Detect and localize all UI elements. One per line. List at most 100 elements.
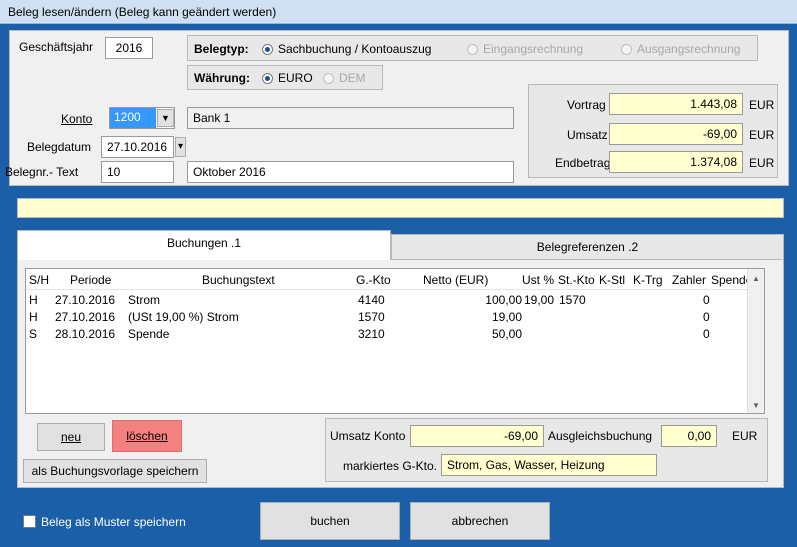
markiertes-label: markiertes G-Kto.	[343, 459, 438, 473]
waehrung-euro-label: EURO	[278, 71, 313, 85]
cell-gkto: 3210	[358, 327, 385, 341]
tab-belegreferenzen[interactable]: Belegreferenzen .2	[391, 234, 784, 260]
radio-selected-icon	[262, 73, 273, 84]
col-periode: Periode	[70, 273, 112, 287]
belegtyp-eingangsrechnung[interactable]: Eingangsrechnung	[467, 42, 583, 56]
muster-checkbox-label: Beleg als Muster speichern	[41, 515, 186, 529]
cell-stkto: 1570	[559, 293, 586, 307]
endbetrag-currency: EUR	[749, 156, 775, 170]
belegdatum-field[interactable]: 27.10.2016	[101, 136, 174, 158]
col-stkto: St.-Kto	[558, 273, 595, 287]
table-row[interactable]: H 27.10.2016 (USt 19,00 %) Strom 1570 19…	[26, 310, 746, 326]
cell-ust: 19,00	[524, 293, 555, 307]
bookings-table[interactable]: S/H Periode Buchungstext G.-Kto Netto (E…	[25, 268, 765, 414]
cell-sh: S	[29, 327, 38, 341]
belegtext-field[interactable]: Oktober 2016	[187, 161, 514, 183]
cell-periode: 28.10.2016	[55, 327, 116, 341]
radio-selected-icon	[262, 44, 273, 55]
belegtyp-ausgangsrechnung[interactable]: Ausgangsrechnung	[621, 42, 740, 56]
ausgleich-currency: EUR	[732, 429, 758, 443]
tab-belegreferenzen-label: Belegreferenzen .2	[536, 240, 639, 254]
ausgleich-label: Ausgleichsbuchung	[548, 429, 653, 443]
message-bar	[17, 198, 784, 218]
cell-netto: 19,00	[491, 310, 522, 324]
umsatz-konto-label: Umsatz Konto	[330, 429, 406, 443]
scroll-up-icon[interactable]: ▲	[748, 274, 764, 283]
umsatz-currency: EUR	[749, 128, 775, 142]
umsatz-konto-field: -69,00	[410, 425, 544, 447]
waehrung-label: Währung:	[194, 71, 250, 85]
cell-text: (USt 19,00 %) Strom	[128, 310, 239, 324]
cell-periode: 27.10.2016	[55, 310, 116, 324]
vortrag-field: 1.443,08	[609, 93, 743, 115]
umsatz-field: -69,00	[609, 123, 743, 145]
vorlage-button[interactable]: als Buchungsvorlage speichern	[23, 459, 207, 483]
cell-periode: 27.10.2016	[55, 293, 116, 307]
cell-zahler: 0	[703, 310, 710, 324]
geschaeftsjahr-field[interactable]: 2016	[105, 37, 153, 59]
belegtyp-label: Belegtyp:	[194, 42, 249, 56]
col-kstl: K-Stl	[599, 273, 626, 287]
col-ust: Ust %	[522, 273, 555, 287]
loeschen-button-label: löschen	[126, 429, 168, 443]
col-gkto: G.-Kto	[356, 273, 391, 287]
umsatz-label: Umsatz	[567, 128, 608, 142]
col-netto: Netto (EUR)	[423, 273, 489, 287]
tab-buchungen[interactable]: Buchungen .1	[17, 230, 391, 260]
belegtyp-sachbuchung[interactable]: Sachbuchung / Kontoauszug	[262, 42, 431, 56]
konto-select[interactable]: 1200 ▼	[109, 107, 175, 129]
buchen-button[interactable]: buchen	[260, 502, 400, 540]
waehrung-dem[interactable]: DEM	[323, 71, 366, 85]
abbrechen-button[interactable]: abbrechen	[410, 502, 550, 540]
endbetrag-label: Endbetrag	[555, 156, 611, 170]
cell-sh: H	[29, 310, 38, 324]
belegnr-label: Belegnr.- Text	[5, 165, 79, 179]
radio-icon	[323, 73, 334, 84]
col-buchungstext: Buchungstext	[202, 273, 275, 287]
cell-netto: 100,00	[485, 293, 522, 307]
belegtyp-eingangsrechnung-label: Eingangsrechnung	[483, 42, 584, 56]
cell-text: Spende	[128, 327, 170, 341]
waehrung-dem-label: DEM	[339, 71, 366, 85]
neu-button[interactable]: neu	[37, 423, 105, 451]
loeschen-button[interactable]: löschen	[112, 420, 182, 452]
scroll-down-icon[interactable]: ▼	[748, 401, 764, 410]
vorlage-button-label: als Buchungsvorlage speichern	[31, 464, 199, 478]
vortrag-currency: EUR	[749, 98, 775, 112]
col-zahler: Zahler	[672, 273, 707, 287]
muster-checkbox[interactable]: Beleg als Muster speichern	[23, 515, 186, 529]
belegnr-field[interactable]: 10	[101, 161, 174, 183]
abbrechen-button-label: abbrechen	[451, 514, 509, 528]
header-divider	[26, 289, 750, 290]
konto-name-field: Bank 1	[187, 107, 514, 129]
geschaeftsjahr-label: Geschäftsjahr	[19, 40, 94, 54]
markiertes-field: Strom, Gas, Wasser, Heizung	[441, 454, 657, 476]
cell-gkto: 4140	[358, 293, 385, 307]
cell-zahler: 0	[703, 327, 710, 341]
chevron-down-icon[interactable]: ▼	[157, 109, 174, 127]
ausgleich-field: 0,00	[661, 425, 717, 447]
table-row[interactable]: H 27.10.2016 Strom 4140 100,00 19,00 157…	[26, 293, 746, 309]
cell-text: Strom	[128, 293, 161, 307]
table-row[interactable]: S 28.10.2016 Spende 3210 50,00 0	[26, 327, 746, 343]
radio-icon	[467, 44, 478, 55]
cell-gkto: 1570	[358, 310, 385, 324]
table-header: S/H Periode Buchungstext G.-Kto Netto (E…	[26, 273, 756, 289]
window-title: Beleg lesen/ändern (Beleg kann geändert …	[0, 0, 797, 24]
radio-icon	[621, 44, 632, 55]
cell-netto: 50,00	[491, 327, 522, 341]
buchen-button-label: buchen	[310, 514, 350, 528]
vortrag-label: Vortrag	[567, 98, 606, 112]
neu-button-label: neu	[60, 430, 82, 444]
col-ktrg: K-Trg	[633, 273, 663, 287]
cell-sh: H	[29, 293, 38, 307]
table-scrollbar[interactable]: ▲ ▼	[747, 269, 764, 413]
endbetrag-field: 1.374,08	[609, 151, 743, 173]
belegtyp-ausgangsrechnung-label: Ausgangsrechnung	[637, 42, 741, 56]
belegdatum-label: Belegdatum	[27, 140, 92, 154]
belegtyp-sachbuchung-label: Sachbuchung / Kontoauszug	[278, 42, 432, 56]
konto-value: 1200	[110, 108, 156, 128]
konto-label: Konto	[61, 112, 93, 126]
waehrung-euro[interactable]: EURO	[262, 71, 313, 85]
date-spinner-icon[interactable]: ▾	[175, 137, 186, 157]
